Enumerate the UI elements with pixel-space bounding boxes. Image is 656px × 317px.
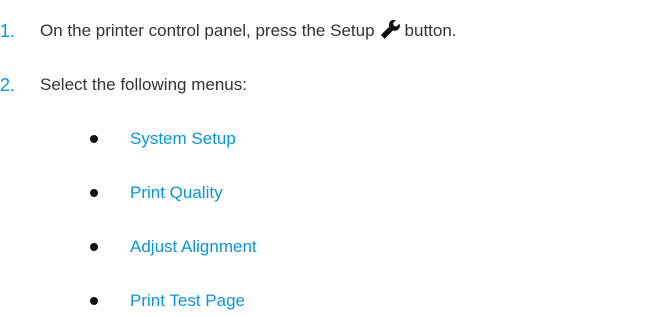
bullet-icon (90, 135, 98, 143)
bullet-icon (90, 243, 98, 251)
step-1: 1. On the printer control panel, press t… (0, 16, 656, 46)
step-number: 2. (0, 75, 16, 95)
menu-link-system-setup[interactable]: System Setup (130, 124, 236, 154)
step-text: On the printer control panel, press the … (40, 16, 457, 46)
menu-link-print-test-page[interactable]: Print Test Page (130, 286, 245, 316)
step-number: 1. (0, 21, 16, 41)
menu-link-print-quality[interactable]: Print Quality (130, 178, 223, 208)
wrench-icon (379, 19, 401, 40)
step-2: 2. Select the following menus: (0, 70, 656, 100)
list-item: System Setup (0, 124, 656, 154)
step-text-before: On the printer control panel, press the … (40, 21, 375, 40)
bullet-icon (90, 189, 98, 197)
menu-link-adjust-alignment[interactable]: Adjust Alignment (130, 232, 257, 262)
bullet-icon (90, 297, 98, 305)
list-item: Print Quality (0, 178, 656, 208)
list-item: Print Test Page (0, 286, 656, 316)
step-text-after: button. (404, 21, 457, 40)
step-text: Select the following menus: (40, 75, 247, 94)
list-item: Adjust Alignment (0, 232, 656, 262)
